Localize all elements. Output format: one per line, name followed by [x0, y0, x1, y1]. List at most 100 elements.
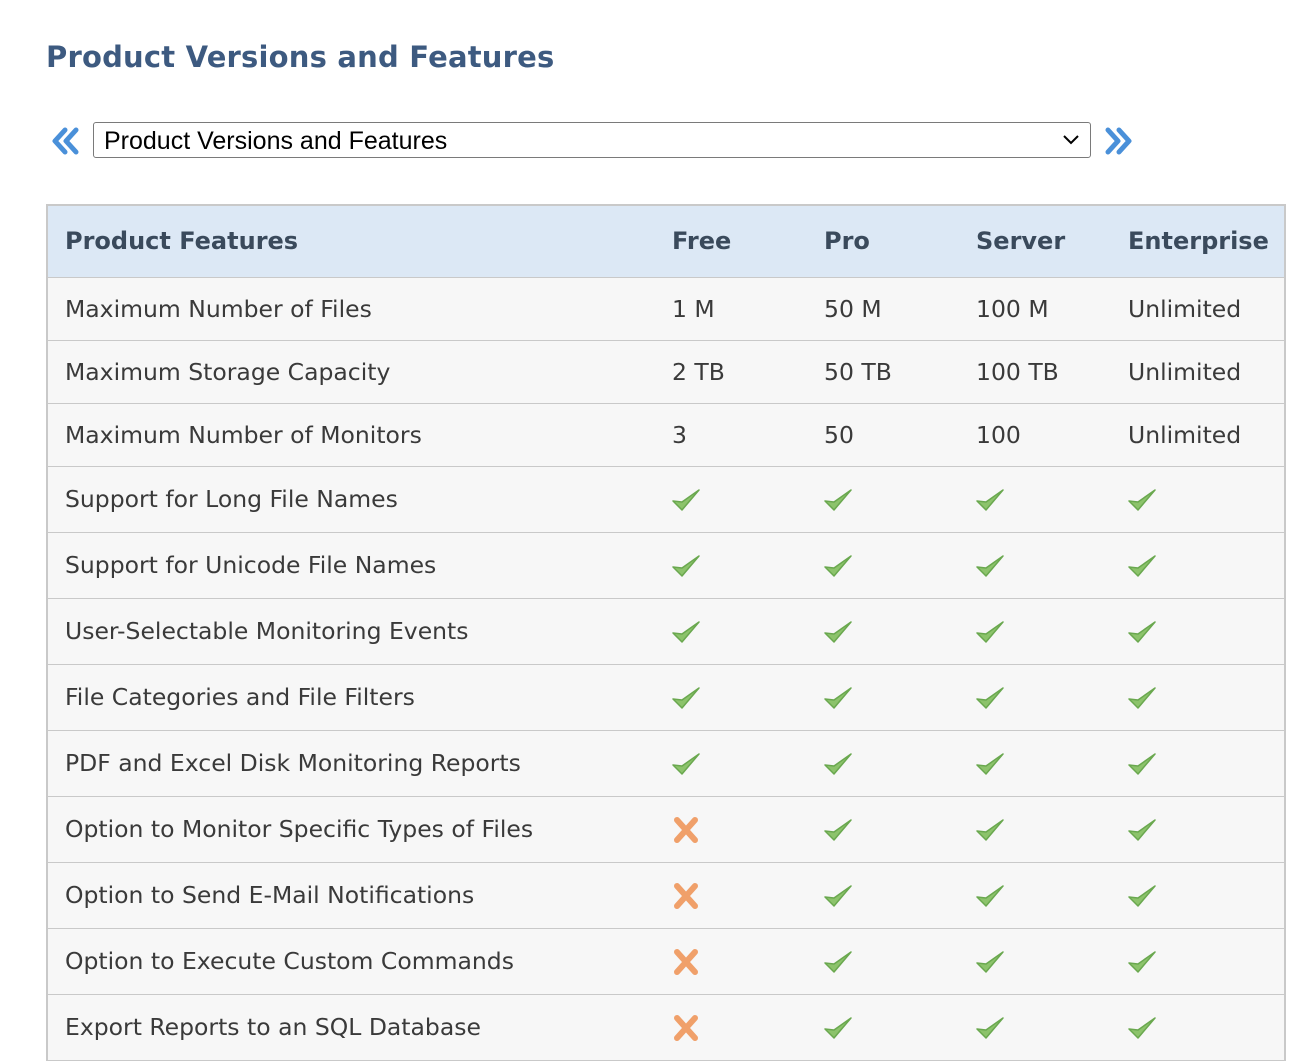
check-icon: [822, 1014, 854, 1042]
cell-free: [655, 795, 807, 863]
cell-enterprise: [1111, 663, 1286, 731]
check-icon: [1126, 486, 1158, 514]
features-table-body: Maximum Number of Files 1 M 50 M 100 M Unlim…: [46, 276, 1286, 1061]
cell-enterprise: [1111, 795, 1286, 863]
cell-server: 100 M: [959, 276, 1111, 341]
features-table: Product Features Free Pro Server Enterpr…: [46, 204, 1286, 1061]
table-row: Option to Execute Custom Commands: [46, 927, 1286, 995]
table-row: Maximum Storage Capacity 2 TB 50 TB 100 TB U…: [46, 339, 1286, 404]
feature-name: Support for Long File Names: [46, 465, 655, 533]
cell-server: [959, 663, 1111, 731]
cell-enterprise: [1111, 927, 1286, 995]
cross-icon: [670, 882, 702, 910]
cell-server: [959, 993, 1111, 1061]
check-icon: [1126, 750, 1158, 778]
header-product-features: Product Features: [46, 204, 655, 278]
page-title: Product Versions and Features: [46, 40, 555, 74]
cell-pro: [807, 663, 959, 731]
table-row: Maximum Number of Files 1 M 50 M 100 M Unlim…: [46, 276, 1286, 341]
cell-free: 1 M: [655, 276, 807, 341]
cross-icon: [670, 1014, 702, 1042]
cell-pro: [807, 531, 959, 599]
cell-enterprise: [1111, 861, 1286, 929]
cell-server: 100: [959, 402, 1111, 467]
check-icon: [974, 882, 1006, 910]
cell-enterprise: [1111, 531, 1286, 599]
cell-pro: [807, 861, 959, 929]
cell-free: [655, 531, 807, 599]
page-navigation: Product Versions and Features: [48, 122, 1148, 160]
table-row: File Categories and File Filters: [46, 663, 1286, 731]
header-pro: Pro: [807, 204, 959, 278]
feature-name: Maximum Storage Capacity: [46, 339, 655, 404]
cell-free: [655, 465, 807, 533]
table-row: Maximum Number of Monitors 3 50 100 Unlimite…: [46, 402, 1286, 467]
check-icon: [1126, 684, 1158, 712]
cell-pro: [807, 927, 959, 995]
cell-pro: [807, 795, 959, 863]
check-icon: [822, 750, 854, 778]
cell-server: [959, 861, 1111, 929]
cell-server: [959, 927, 1111, 995]
cell-pro: [807, 729, 959, 797]
check-icon: [822, 816, 854, 844]
section-select[interactable]: Product Versions and Features: [93, 122, 1091, 158]
cell-enterprise: Unlimited: [1111, 276, 1286, 341]
check-icon: [1126, 552, 1158, 580]
cell-free: [655, 927, 807, 995]
cell-free: [655, 663, 807, 731]
feature-name: Maximum Number of Monitors: [46, 402, 655, 467]
cell-server: [959, 531, 1111, 599]
check-icon: [974, 750, 1006, 778]
check-icon: [1126, 948, 1158, 976]
feature-name: Maximum Number of Files: [46, 276, 655, 341]
check-icon: [1126, 1014, 1158, 1042]
check-icon: [822, 684, 854, 712]
check-icon: [822, 486, 854, 514]
cell-enterprise: [1111, 465, 1286, 533]
table-header-row: Product Features Free Pro Server Enterpr…: [46, 204, 1286, 278]
feature-name: Option to Execute Custom Commands: [46, 927, 655, 995]
check-icon: [670, 618, 702, 646]
check-icon: [1126, 816, 1158, 844]
double-chevron-left-icon[interactable]: [48, 124, 82, 158]
cell-pro: [807, 597, 959, 665]
cell-pro: 50: [807, 402, 959, 467]
check-icon: [974, 684, 1006, 712]
table-row: PDF and Excel Disk Monitoring Reports: [46, 729, 1286, 797]
cell-pro: [807, 993, 959, 1061]
feature-name: Option to Monitor Specific Types of File…: [46, 795, 655, 863]
table-row: Support for Unicode File Names: [46, 531, 1286, 599]
header-server: Server: [959, 204, 1111, 278]
cell-free: [655, 597, 807, 665]
check-icon: [670, 750, 702, 778]
feature-name: User-Selectable Monitoring Events: [46, 597, 655, 665]
table-row: Option to Send E-Mail Notifications: [46, 861, 1286, 929]
check-icon: [1126, 618, 1158, 646]
cell-server: [959, 597, 1111, 665]
cell-free: 3: [655, 402, 807, 467]
double-chevron-right-icon[interactable]: [1102, 124, 1136, 158]
check-icon: [974, 618, 1006, 646]
check-icon: [974, 948, 1006, 976]
check-icon: [1126, 882, 1158, 910]
cell-free: [655, 861, 807, 929]
section-select-value: Product Versions and Features: [104, 127, 448, 155]
check-icon: [974, 486, 1006, 514]
cross-icon: [670, 948, 702, 976]
cell-enterprise: Unlimited: [1111, 402, 1286, 467]
feature-name: Export Reports to an SQL Database: [46, 993, 655, 1061]
table-row: Export Reports to an SQL Database: [46, 993, 1286, 1061]
check-icon: [670, 552, 702, 580]
cell-enterprise: [1111, 597, 1286, 665]
cross-icon: [670, 816, 702, 844]
check-icon: [822, 552, 854, 580]
cell-free: 2 TB: [655, 339, 807, 404]
chevron-down-icon: [1063, 135, 1079, 145]
table-row: Support for Long File Names: [46, 465, 1286, 533]
check-icon: [974, 552, 1006, 580]
check-icon: [822, 882, 854, 910]
cell-enterprise: [1111, 729, 1286, 797]
check-icon: [670, 486, 702, 514]
cell-server: [959, 729, 1111, 797]
